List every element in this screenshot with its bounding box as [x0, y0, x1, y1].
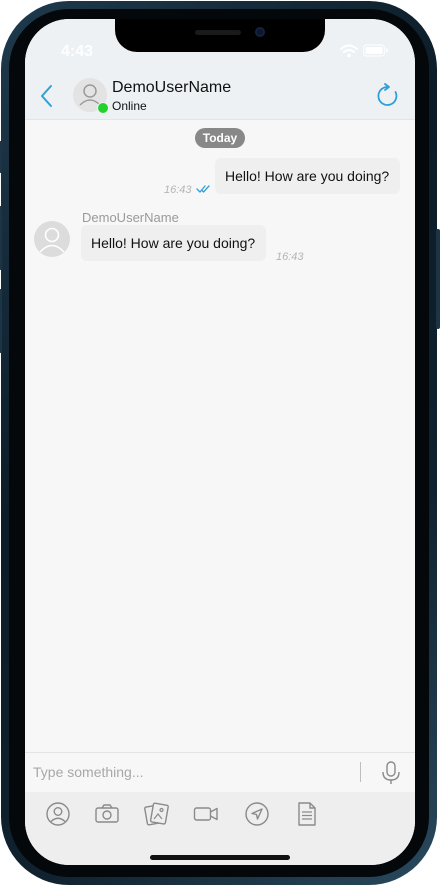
battery-icon	[363, 44, 388, 57]
wifi-icon	[340, 44, 358, 58]
back-button[interactable]	[37, 83, 57, 109]
chevron-left-icon	[41, 85, 52, 107]
message-timestamp: 16:43	[164, 184, 192, 196]
home-indicator[interactable]	[150, 855, 290, 860]
read-receipt-icon	[196, 185, 210, 193]
screen: DemoUserName Online 4:43 Today Hello! Ho…	[25, 19, 415, 865]
camera-icon	[95, 804, 119, 823]
document-icon	[298, 802, 316, 826]
location-icon	[245, 802, 269, 826]
status-time: 4:43	[61, 43, 94, 60]
video-button[interactable]	[193, 801, 219, 827]
share-contact-button[interactable]	[45, 801, 71, 827]
contact-status: Online	[112, 99, 147, 113]
power-button	[436, 229, 440, 329]
sender-name: DemoUserName	[82, 210, 179, 225]
microphone-icon	[382, 761, 400, 784]
input-divider	[360, 762, 361, 782]
speaker	[195, 30, 241, 35]
voice-record-button[interactable]	[377, 759, 405, 787]
video-camera-icon	[193, 807, 218, 821]
message-input[interactable]: Type something...	[33, 764, 144, 780]
gallery-icon	[144, 802, 169, 826]
document-button[interactable]	[294, 801, 320, 827]
front-camera	[255, 27, 265, 37]
contact-avatar[interactable]	[73, 78, 109, 114]
refresh-icon	[377, 83, 398, 106]
message-timestamp: 16:43	[276, 251, 304, 263]
incoming-message-bubble[interactable]: Hello! How are you doing?	[81, 225, 266, 261]
location-button[interactable]	[244, 801, 270, 827]
date-separator: Today	[195, 128, 245, 148]
online-indicator	[97, 102, 109, 114]
contact-name[interactable]: DemoUserName	[112, 79, 231, 97]
outgoing-message-bubble[interactable]: Hello! How are you doing?	[215, 158, 400, 194]
sender-avatar[interactable]	[34, 221, 70, 257]
camera-button[interactable]	[94, 801, 120, 827]
gallery-button[interactable]	[144, 801, 170, 827]
contact-icon	[46, 802, 70, 826]
user-placeholder-icon	[39, 227, 65, 253]
refresh-button[interactable]	[375, 83, 401, 109]
volume-down-button	[0, 289, 2, 353]
notch	[115, 19, 325, 52]
silent-switch	[0, 141, 2, 173]
message-composer: Type something...	[25, 752, 415, 793]
volume-up-button	[0, 206, 2, 270]
status-icons	[339, 43, 389, 59]
